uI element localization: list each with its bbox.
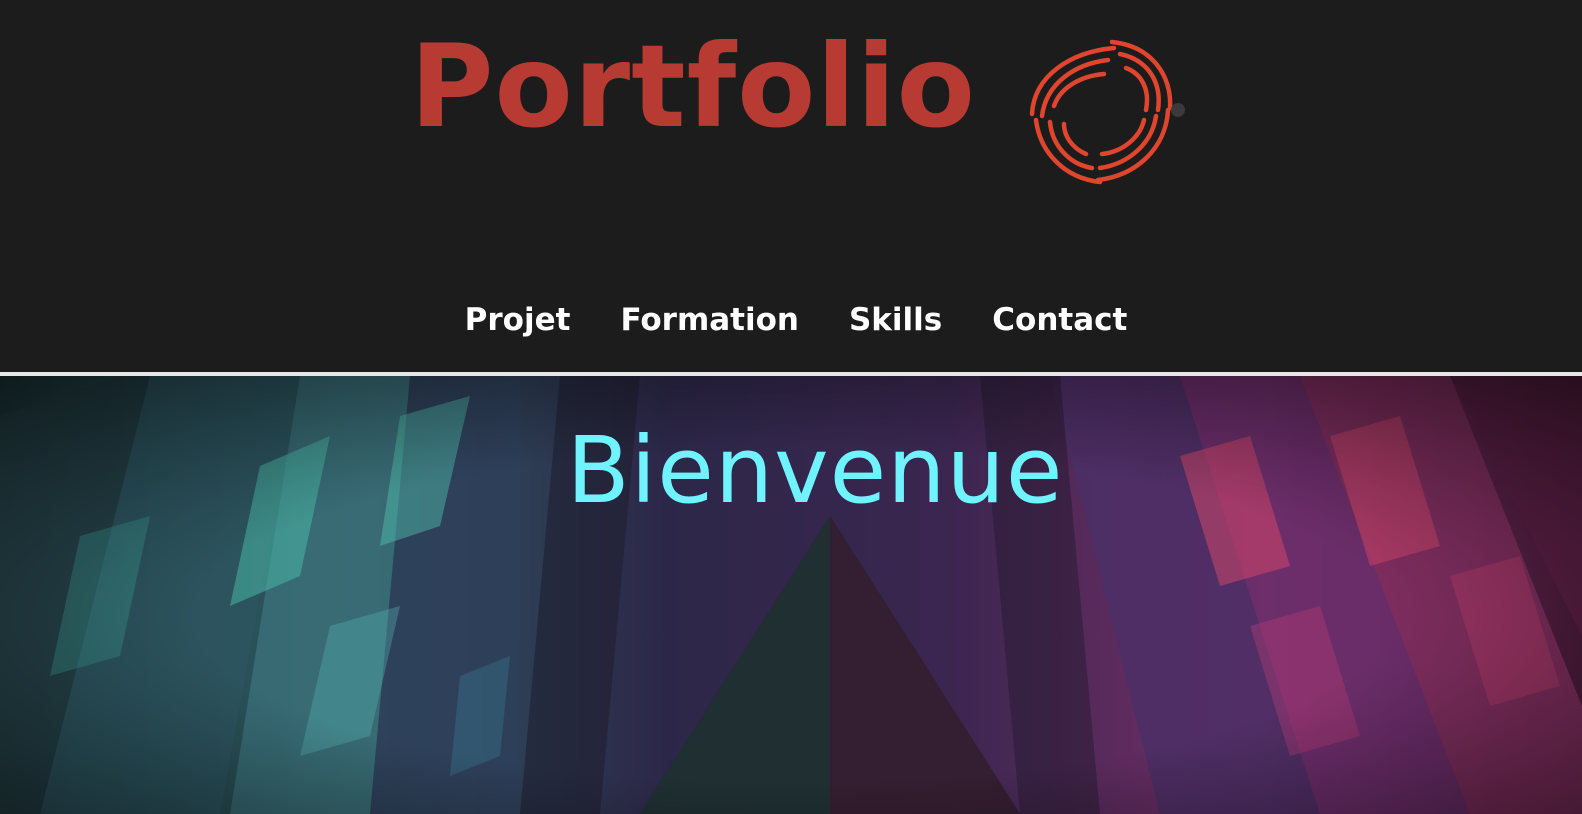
nav-link-contact[interactable]: Contact [992, 302, 1127, 338]
site-header: Portfolio Projet Formation Skills Contac… [0, 0, 1582, 376]
hero-section: Bienvenue [0, 376, 1582, 814]
logo-stroke [1123, 65, 1150, 113]
logo-dot [1171, 103, 1185, 117]
nav-link-skills[interactable]: Skills [849, 302, 942, 338]
brand-block: Portfolio [0, 0, 1582, 230]
nav-link-formation[interactable]: Formation [620, 302, 799, 338]
logo-stroke [1039, 57, 1111, 119]
logo-stroke [1095, 107, 1171, 183]
main-nav: Projet Formation Skills Contact [0, 292, 1582, 348]
logo-stroke [1033, 117, 1103, 185]
hero-title: Bienvenue [566, 417, 1064, 524]
brand-title[interactable]: Portfolio [410, 24, 976, 150]
swirl-logo-icon[interactable] [1022, 36, 1192, 188]
nav-link-projet[interactable]: Projet [465, 302, 571, 338]
logo-stroke [1061, 121, 1089, 157]
